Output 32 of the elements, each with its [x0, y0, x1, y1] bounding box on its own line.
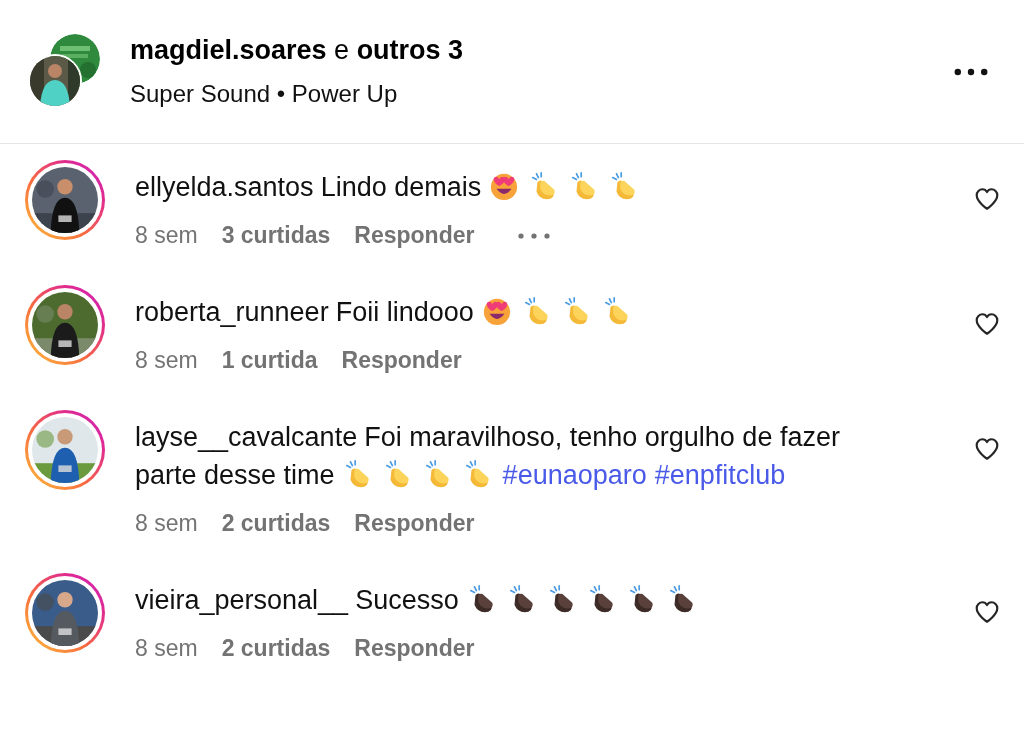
comment-time: 8 sem: [135, 222, 198, 249]
comment-time: 8 sem: [135, 510, 198, 537]
comment-username[interactable]: layse__cavalcante: [135, 422, 358, 452]
likes-link[interactable]: 3 curtidas: [221, 222, 331, 249]
like-heart-icon[interactable]: [974, 186, 1000, 212]
heart-eyes-emoji-icon: [489, 171, 520, 201]
heart-eyes-emoji-icon: [481, 296, 512, 326]
more-options-icon[interactable]: [954, 67, 988, 76]
reply-button[interactable]: Responder: [341, 347, 462, 374]
comment-text: Sucesso: [355, 585, 459, 615]
like-heart-icon[interactable]: [974, 311, 1000, 337]
comment-text: parte desse time: [135, 460, 335, 490]
audio-title[interactable]: Super Sound • Power Up: [130, 80, 954, 108]
reply-button[interactable]: Responder: [354, 635, 475, 662]
comment-username[interactable]: ellyelda.santos: [135, 172, 314, 202]
hashtag-link[interactable]: #enpfitclub: [654, 460, 786, 490]
comment-username[interactable]: roberta_runneer: [135, 297, 329, 327]
comment-text: Foii lindooo: [335, 297, 474, 327]
likes-link[interactable]: 1 curtida: [221, 347, 318, 374]
hashtag-link[interactable]: #eunaoparo: [502, 460, 647, 490]
comment-username[interactable]: vieira_personal__: [135, 585, 349, 615]
reply-button[interactable]: Responder: [354, 510, 475, 537]
comment-time: 8 sem: [135, 635, 198, 662]
comment-time: 8 sem: [135, 347, 198, 374]
likes-link[interactable]: 2 curtidas: [221, 635, 331, 662]
like-heart-icon[interactable]: [974, 599, 1000, 625]
comment-text: Lindo demais: [320, 172, 482, 202]
reply-button[interactable]: Responder: [354, 222, 475, 249]
like-heart-icon[interactable]: [974, 436, 1000, 462]
comment-text: Foi maravilhoso, tenho orgulho de fazer: [364, 422, 840, 452]
post-authors[interactable]: magdiel.soares e outros 3: [130, 35, 954, 66]
likes-link[interactable]: 2 curtidas: [221, 510, 331, 537]
